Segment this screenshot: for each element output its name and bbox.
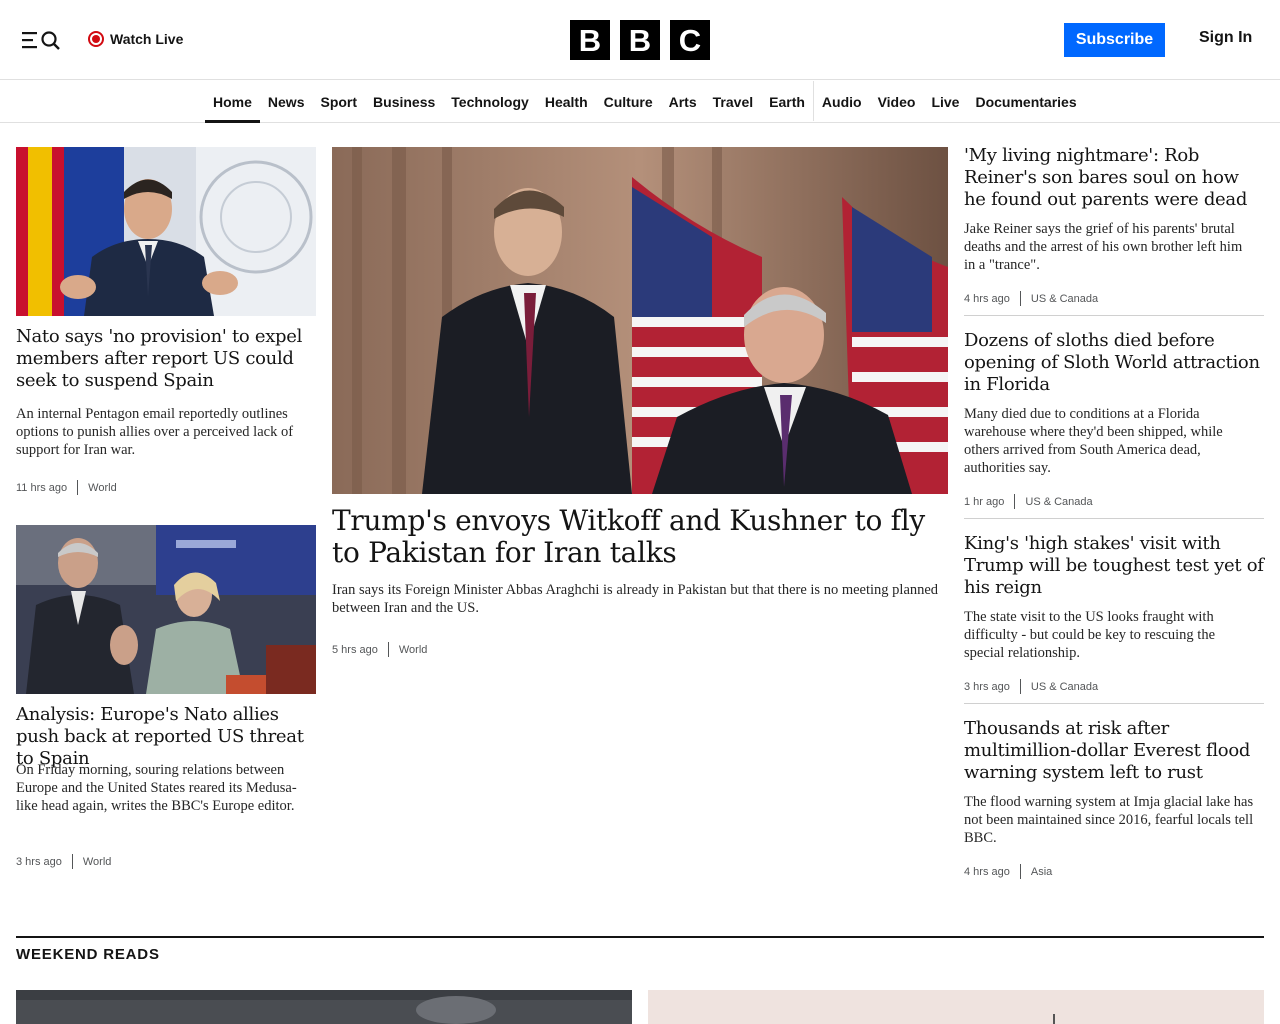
logo-block: B xyxy=(570,20,610,60)
story-headline[interactable]: 'My living nightmare': Rob Reiner's son … xyxy=(964,145,1264,211)
story-section-link[interactable]: Asia xyxy=(1031,866,1052,878)
story-time: 4 hrs ago xyxy=(964,292,1010,305)
story-section-link[interactable]: World xyxy=(88,482,117,494)
story-meta: 11 hrs ago World xyxy=(16,480,117,495)
section-title-weekend-reads[interactable]: WEEKEND READS xyxy=(16,946,160,963)
logo-block: C xyxy=(670,20,710,60)
meta-divider xyxy=(387,642,389,657)
story-image-sanchez[interactable] xyxy=(16,147,316,316)
story-divider xyxy=(964,518,1264,519)
story-headline[interactable]: Dozens of sloths died before opening of … xyxy=(964,330,1264,396)
story-time: 1 hr ago xyxy=(964,495,1005,508)
menu-search-icon xyxy=(22,31,60,50)
nav-item-earth[interactable]: Earth xyxy=(761,81,813,122)
meta-divider xyxy=(1014,494,1016,509)
story-time: 11 hrs ago xyxy=(16,481,68,494)
story-section-link[interactable]: US & Canada xyxy=(1031,681,1098,693)
nav-item-home[interactable]: Home xyxy=(205,81,260,123)
lead-story-image[interactable] xyxy=(332,147,948,494)
story-headline[interactable]: King's 'high stakes' visit with Trump wi… xyxy=(964,533,1264,599)
nav-item-live[interactable]: Live xyxy=(923,81,967,122)
live-indicator-icon xyxy=(88,31,104,47)
weekend-read-image[interactable] xyxy=(648,990,1264,1024)
nav-item-sport[interactable]: Sport xyxy=(312,81,365,122)
nav-item-culture[interactable]: Culture xyxy=(596,81,661,122)
story-meta: 1 hr ago US & Canada xyxy=(964,494,1093,509)
story-headline[interactable]: Nato says 'no provision' to expel member… xyxy=(16,326,316,392)
story-time: 4 hrs ago xyxy=(964,865,1010,878)
menu-search-button[interactable] xyxy=(22,29,62,51)
meta-divider xyxy=(77,480,79,495)
section-rule xyxy=(16,936,1264,938)
story-meta: 4 hrs ago Asia xyxy=(964,864,1052,879)
lead-story-headline[interactable]: Trump's envoys Witkoff and Kushner to fl… xyxy=(332,505,948,569)
main-nav: Home News Sport Business Technology Heal… xyxy=(0,81,1280,123)
watch-live-link[interactable]: Watch Live xyxy=(88,29,183,49)
story-time: 3 hrs ago xyxy=(16,855,62,868)
bbc-logo[interactable]: B B C xyxy=(570,20,710,60)
nav-item-audio[interactable]: Audio xyxy=(814,81,870,122)
meta-divider xyxy=(1019,864,1021,879)
nav-item-news[interactable]: News xyxy=(260,81,313,122)
story-headline[interactable]: Thousands at risk after multimillion-dol… xyxy=(964,718,1264,784)
story-meta: 3 hrs ago US & Canada xyxy=(964,679,1098,694)
lead-story-meta: 5 hrs ago World xyxy=(332,642,427,657)
nav-item-business[interactable]: Business xyxy=(365,81,443,122)
nav-item-arts[interactable]: Arts xyxy=(661,81,705,122)
nav-item-health[interactable]: Health xyxy=(537,81,596,122)
story-section-link[interactable]: World xyxy=(399,644,428,656)
story-image-europe-leaders[interactable] xyxy=(16,525,316,694)
nav-item-technology[interactable]: Technology xyxy=(443,81,537,122)
story-summary: The flood warning system at Imja glacial… xyxy=(964,794,1254,846)
sign-in-link[interactable]: Sign In xyxy=(1199,29,1252,47)
subscribe-button[interactable]: Subscribe xyxy=(1064,23,1165,57)
story-summary: The state visit to the US looks fraught … xyxy=(964,609,1216,661)
story-meta: 4 hrs ago US & Canada xyxy=(964,291,1098,306)
weekend-read-image[interactable] xyxy=(16,990,632,1024)
meta-divider xyxy=(1019,679,1021,694)
story-time: 3 hrs ago xyxy=(964,680,1010,693)
story-meta: 3 hrs ago World xyxy=(16,854,111,869)
nav-item-travel[interactable]: Travel xyxy=(705,81,761,122)
story-divider xyxy=(964,315,1264,316)
story-section-link[interactable]: US & Canada xyxy=(1025,496,1092,508)
watch-live-label: Watch Live xyxy=(110,31,184,47)
nav-item-video[interactable]: Video xyxy=(870,81,924,122)
meta-divider xyxy=(71,854,73,869)
story-summary: An internal Pentagon email reportedly ou… xyxy=(16,406,294,458)
meta-divider xyxy=(1019,291,1021,306)
story-section-link[interactable]: US & Canada xyxy=(1031,293,1098,305)
logo-block: B xyxy=(620,20,660,60)
story-section-link[interactable]: World xyxy=(83,856,112,868)
story-time: 5 hrs ago xyxy=(332,643,378,656)
top-header: Watch Live B B C Subscribe Sign In xyxy=(0,0,1280,80)
story-divider xyxy=(964,703,1264,704)
story-summary: Jake Reiner says the grief of his parent… xyxy=(964,221,1243,273)
story-summary: On Friday morning, souring relations bet… xyxy=(16,762,297,814)
story-summary: Many died due to conditions at a Florida… xyxy=(964,406,1223,476)
lead-story-summary: Iran says its Foreign Minister Abbas Ara… xyxy=(332,582,939,616)
nav-item-documentaries[interactable]: Documentaries xyxy=(967,81,1084,122)
nav-list: Home News Sport Business Technology Heal… xyxy=(205,81,1085,123)
